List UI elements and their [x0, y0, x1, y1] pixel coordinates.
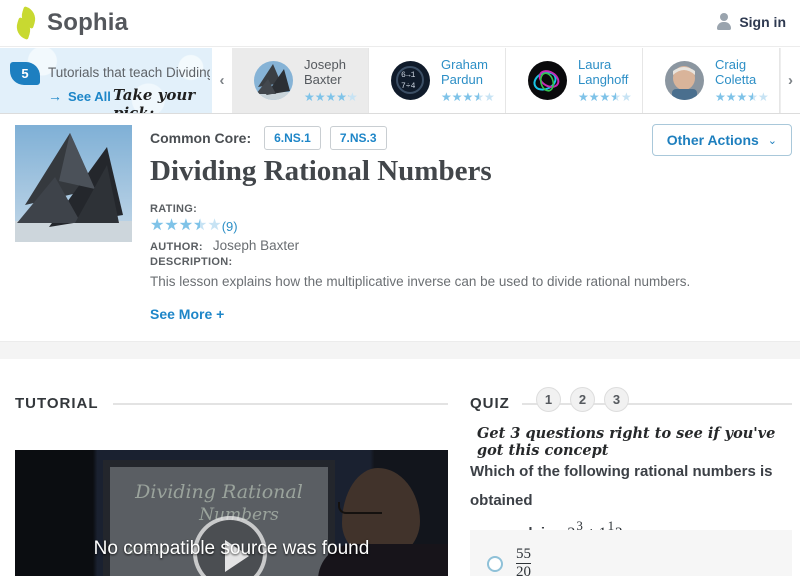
svg-text:7÷4: 7÷4 [401, 82, 416, 91]
tutor-name: Joseph Baxter [304, 57, 346, 87]
sophia-logo[interactable]: Sophia [13, 6, 129, 40]
answer-fraction: 55 20 [515, 546, 532, 576]
chevron-right-icon: › [788, 72, 793, 89]
top-header: Sophia Sign in [0, 0, 800, 47]
answer-option-1[interactable]: 55 20 [470, 530, 792, 576]
tutor-name: Laura Langhoff [578, 57, 629, 87]
star-rating: ★★★★★★★★★★ [441, 89, 495, 104]
tutor-cards: Joseph Baxter ★★★★★★★★★★ 6→1 7÷4 Graham … [232, 48, 780, 113]
carousel-next-button[interactable]: › [780, 48, 800, 113]
star-rating: ★★★★★★★★★★ [150, 217, 222, 234]
quiz-heading-row: QUIZ [470, 395, 792, 412]
quiz-heading: QUIZ [470, 395, 510, 412]
video-player[interactable]: Dividing Rational Numbers 6/3 ÷ 3/4 = No… [15, 450, 448, 576]
carousel-title: Tutorials that teach Dividing Rati [48, 65, 210, 80]
sign-in-button[interactable]: Sign in [716, 13, 786, 31]
star-rating: ★★★★★★★★★★ [304, 89, 358, 104]
standard-badge-6ns1[interactable]: 6.NS.1 [264, 126, 321, 150]
radio-button[interactable] [487, 556, 503, 572]
tutorial-count-badge: 5 [10, 62, 40, 85]
divider [112, 402, 448, 405]
description-label: DESCRIPTION: [150, 256, 233, 268]
carousel-prev-button[interactable]: ‹ [212, 48, 232, 113]
svg-text:6→1: 6→1 [401, 71, 416, 80]
quiz-step-2[interactable]: 2 [570, 387, 595, 412]
tutor-card-graham-pardun[interactable]: 6→1 7÷4 Graham Pardun ★★★★★★★★★★ [369, 48, 506, 113]
description-block: DESCRIPTION: This lesson explains how th… [150, 256, 700, 292]
question-line1: Which of the following rational numbers … [470, 463, 773, 509]
author-name: Joseph Baxter [212, 238, 300, 253]
other-actions-button[interactable]: Other Actions ⌄ [651, 124, 792, 156]
arrow-right-icon: → [48, 88, 62, 104]
avatar [254, 61, 293, 100]
rating-label: RATING: [150, 203, 198, 215]
rating-block: RATING: ★★★★★★★★★★ (9) [150, 203, 238, 234]
see-all-link[interactable]: → See All [48, 88, 111, 104]
quiz-steps: 1 2 3 [536, 387, 629, 412]
page: Sophia Sign in 5 Tutorials that teach Di… [0, 0, 800, 576]
avatar [528, 61, 567, 100]
tutor-card-laura-langhoff[interactable]: Laura Langhoff ★★★★★★★★★★ [506, 48, 643, 113]
carousel-info-panel: 5 Tutorials that teach Dividing Rati → S… [0, 48, 212, 113]
other-actions-label: Other Actions [666, 132, 759, 148]
lower-section: TUTORIAL Dividing Rational Numbers 6/3 ÷… [0, 359, 800, 576]
chevron-down-icon: ⌄ [767, 134, 777, 147]
star-rating: ★★★★★★★★★★ [715, 89, 769, 104]
quiz-instruction: Get 3 questions right to see if you've g… [477, 425, 776, 459]
tutor-card-craig-coletta[interactable]: Craig Coletta ★★★★★★★★★★ [643, 48, 780, 113]
avatar [665, 61, 704, 100]
tutor-card-joseph-baxter[interactable]: Joseph Baxter ★★★★★★★★★★ [232, 48, 369, 113]
whiteboard-title-line1: Dividing Rational [135, 481, 303, 503]
author-row: AUTHOR: Joseph Baxter [150, 238, 299, 253]
lesson-thumbnail [15, 125, 132, 242]
tutor-carousel: 5 Tutorials that teach Dividing Rati → S… [0, 48, 800, 114]
standard-badge-7ns3[interactable]: 7.NS.3 [329, 126, 387, 150]
see-all-label: See All [68, 88, 111, 104]
see-more-link[interactable]: See More + [150, 306, 224, 322]
author-label: AUTHOR: [150, 241, 203, 253]
glasses [338, 502, 382, 514]
tutor-name: Graham Pardun [441, 57, 488, 87]
brand-name: Sophia [47, 9, 129, 36]
person-icon [716, 13, 732, 31]
description-text: This lesson explains how the multiplicat… [150, 274, 691, 289]
tutorial-heading-row: TUTORIAL [15, 395, 448, 412]
quiz-step-1[interactable]: 1 [536, 387, 561, 412]
chevron-left-icon: ‹ [219, 72, 225, 89]
quiz-step-3[interactable]: 3 [604, 387, 629, 412]
star-rating: ★★★★★★★★★★ [578, 89, 632, 104]
common-core-label: Common Core: [150, 130, 252, 146]
tutorial-heading: TUTORIAL [15, 395, 99, 412]
section-divider [0, 341, 800, 359]
common-core-row: Common Core: 6.NS.1 7.NS.3 [150, 123, 650, 153]
page-title: Dividing Rational Numbers [150, 155, 492, 187]
avatar: 6→1 7÷4 [391, 61, 430, 100]
sophia-logo-icon [13, 6, 40, 40]
tutor-name: Craig Coletta [715, 57, 757, 87]
carousel-tagline: Take your pick: [113, 86, 196, 113]
sign-in-label: Sign in [739, 14, 786, 30]
rating-count[interactable]: (9) [222, 219, 238, 234]
lesson-info-section: Common Core: 6.NS.1 7.NS.3 Other Actions… [0, 114, 800, 341]
video-error-caption: No compatible source was found [93, 538, 370, 559]
